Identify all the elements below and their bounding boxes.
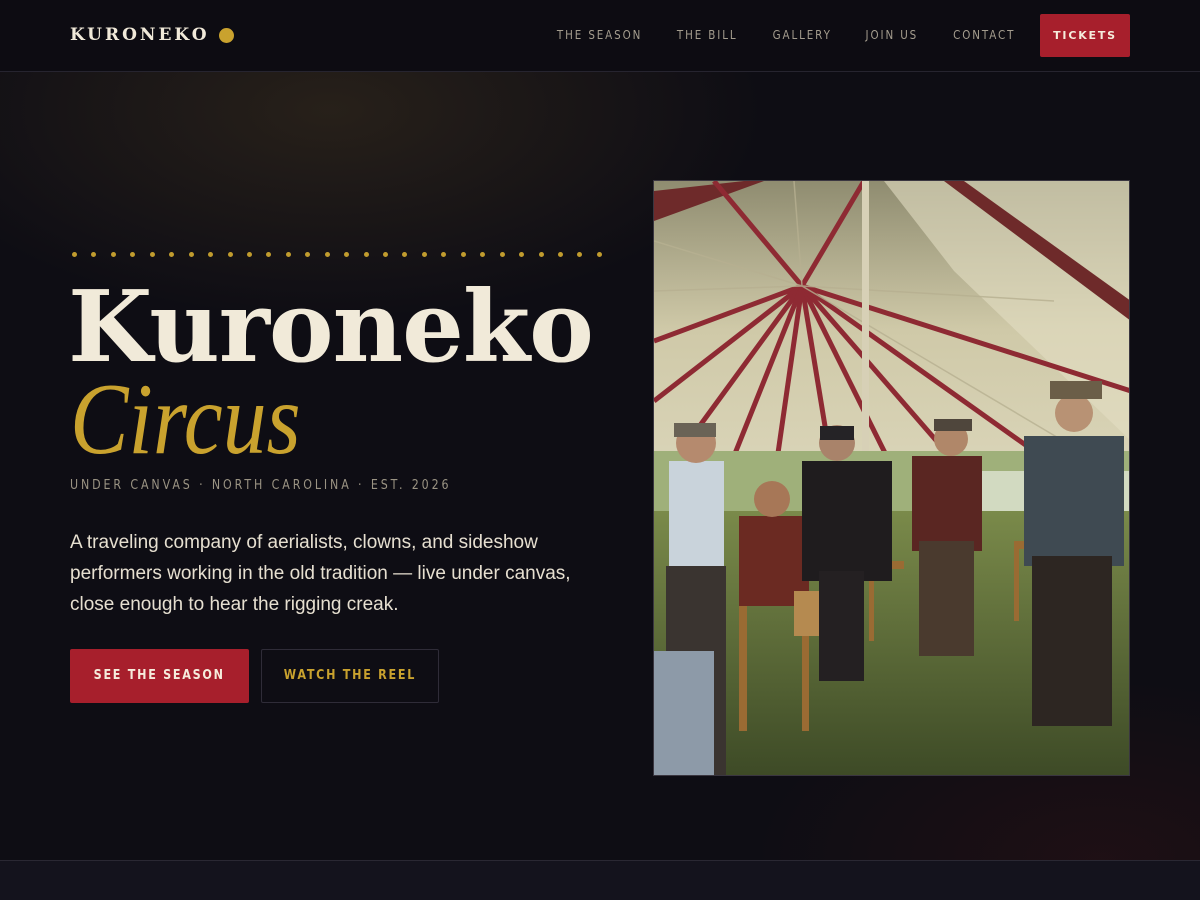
logo-dot-icon <box>218 27 234 43</box>
site-header: KURONEKO THE SEASON THE BILL GALLERY JOI… <box>0 0 1200 72</box>
next-section-band <box>0 860 1200 900</box>
hero-tagline: UNDER CANVAS · NORTH CAROLINA · EST. 202… <box>70 478 452 493</box>
see-the-season-button[interactable]: SEE THE SEASON <box>70 649 249 703</box>
hero-description: A traveling company of aerialists, clown… <box>70 532 571 615</box>
page: KURONEKO THE SEASON THE BILL GALLERY JOI… <box>0 0 1200 900</box>
nav-link-gallery[interactable]: GALLERY <box>772 14 831 57</box>
see-the-season-label: SEE THE SEASON <box>93 668 226 683</box>
hero-subtitle: Circus <box>70 363 301 476</box>
watch-the-reel-label: WATCH THE REEL <box>283 668 417 683</box>
logo-text: KURONEKO <box>70 25 210 45</box>
nav-link-contact[interactable]: CONTACT <box>953 14 1015 57</box>
nav-link-the-bill[interactable]: THE BILL <box>677 14 738 57</box>
hero-photo-circus-tent <box>653 180 1130 776</box>
dotted-divider <box>72 252 602 262</box>
watch-the-reel-button[interactable]: WATCH THE REEL <box>261 649 439 703</box>
main-nav: THE SEASON THE BILL GALLERY JOIN US CONT… <box>543 14 1130 57</box>
logo[interactable]: KURONEKO <box>70 24 234 46</box>
nav-link-the-season[interactable]: THE SEASON <box>557 14 642 57</box>
tickets-button[interactable]: TICKETS <box>1040 14 1130 57</box>
nav-link-join-us[interactable]: JOIN US <box>865 14 918 57</box>
